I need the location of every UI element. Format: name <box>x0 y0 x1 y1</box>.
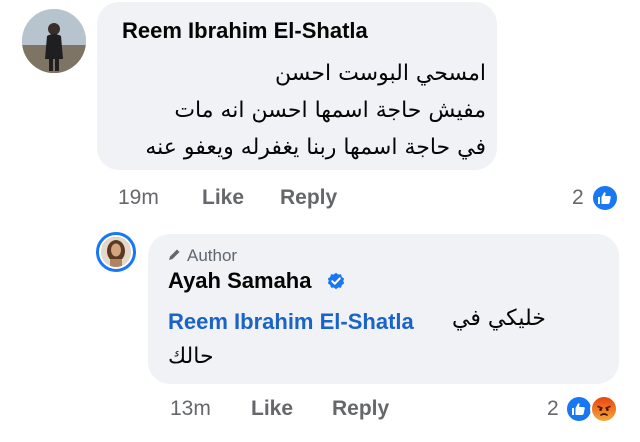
comment-text-line: مفيش حاجة اسمها احسن انه مات <box>174 98 486 123</box>
reply-author-name[interactable]: Ayah Samaha <box>168 268 311 294</box>
like-button[interactable]: Like <box>251 397 293 421</box>
author-tag: Author <box>168 246 237 266</box>
like-icon[interactable] <box>565 395 593 423</box>
reply-button[interactable]: Reply <box>280 186 337 210</box>
avatar-reem[interactable] <box>22 9 86 73</box>
reply-button[interactable]: Reply <box>332 397 389 421</box>
reaction-count[interactable]: 2 <box>547 397 559 421</box>
like-icon[interactable] <box>591 184 619 212</box>
like-button[interactable]: Like <box>202 186 244 210</box>
comment-text-line: امسحي البوست احسن <box>275 61 486 86</box>
reaction-count[interactable]: 2 <box>572 186 584 210</box>
avatar-ayah[interactable] <box>101 237 131 267</box>
reply-text-line: خليكي في <box>452 306 546 331</box>
mention-link[interactable]: Reem Ibrahim El-Shatla <box>168 309 414 335</box>
author-tag-label: Author <box>187 246 238 265</box>
reply-timestamp[interactable]: 13m <box>170 397 211 421</box>
comment-timestamp[interactable]: 19m <box>118 186 159 210</box>
pencil-icon <box>168 246 181 266</box>
comment-text-line: في حاجة اسمها ربنا يغفرله ويعفو عنه <box>145 135 486 160</box>
angry-icon[interactable] <box>590 395 618 423</box>
verified-badge-icon <box>327 272 345 290</box>
reply-text-line: حالك <box>168 344 214 369</box>
comment-author-name[interactable]: Reem Ibrahim El-Shatla <box>122 18 368 44</box>
